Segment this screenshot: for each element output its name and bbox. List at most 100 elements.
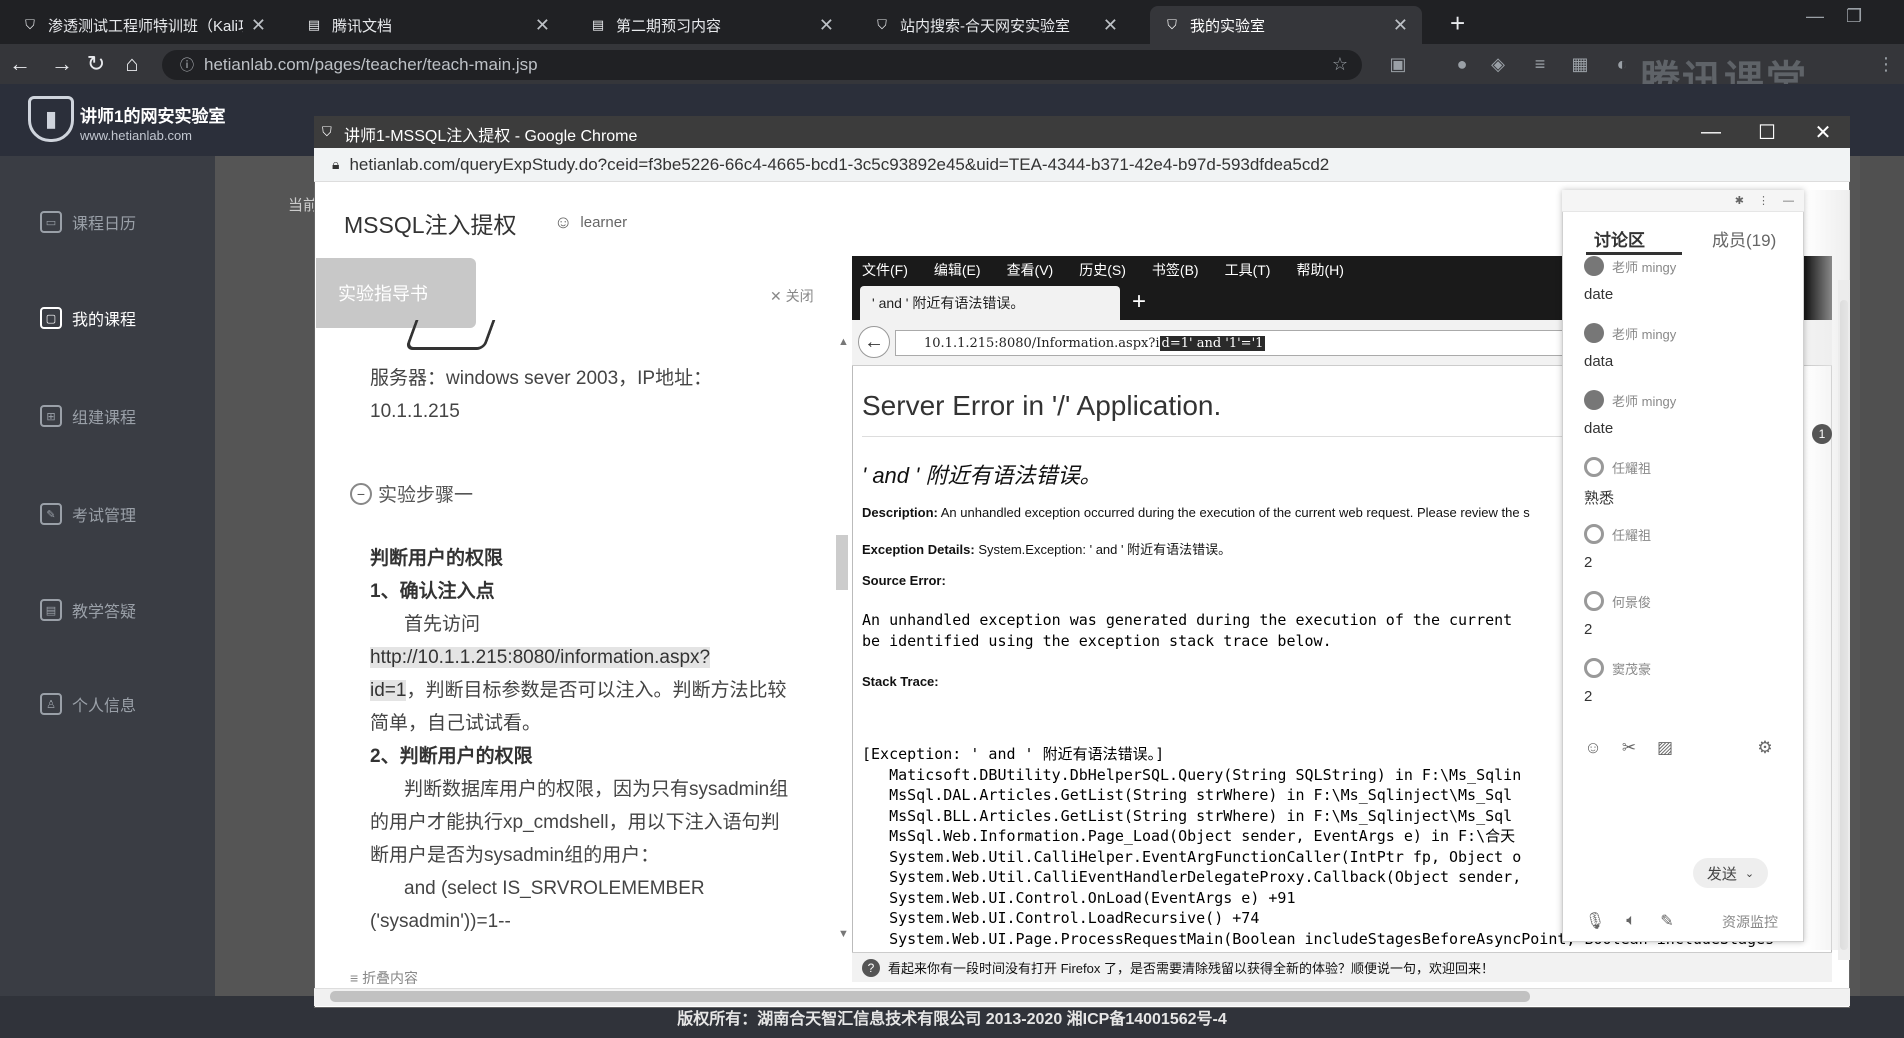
horizontal-scroll-thumb[interactable] xyxy=(330,991,1530,1002)
browser-tab[interactable]: ⛉ 站内搜索-合天网安实验室 ✕ xyxy=(860,6,1132,44)
site-logo-icon[interactable]: ▮ xyxy=(28,96,74,142)
chat-message: 2 xyxy=(1584,621,1593,638)
chat-message: 2 xyxy=(1584,554,1593,571)
chat-message: date xyxy=(1584,420,1614,437)
firefox-menu-item[interactable]: 帮助(H) xyxy=(1296,260,1343,280)
home-icon[interactable]: ⌂ xyxy=(118,50,146,78)
guide-link[interactable]: http://10.1.1.215:8080/information.aspx? xyxy=(370,647,711,668)
sidebar-item-label: 课程日历 xyxy=(72,216,137,233)
collapse-icon[interactable]: − xyxy=(350,482,372,505)
guide-close-button[interactable]: ✕ 关闭 xyxy=(770,286,814,306)
discussion-tab[interactable]: 讨论区 xyxy=(1594,226,1645,251)
guide-link-id[interactable]: id=1 xyxy=(370,680,407,701)
sender-name: 任耀祖 xyxy=(1612,527,1652,543)
firefox-back-icon[interactable]: ← xyxy=(858,326,890,358)
sidebar-item[interactable]: ⊞ 组建课程 xyxy=(40,404,136,428)
restore-icon[interactable]: ❐ xyxy=(1846,6,1862,27)
firefox-new-tab-icon[interactable]: + xyxy=(1132,288,1146,316)
sidebar-item[interactable]: ▭ 课程日历 xyxy=(40,210,136,234)
popup-close-icon[interactable]: ✕ xyxy=(1808,116,1838,148)
sidebar-item[interactable]: ▤ 教学答疑 xyxy=(40,598,136,622)
pin-icon[interactable]: ✱ xyxy=(1735,194,1744,207)
person-icon: ♙ xyxy=(40,693,62,715)
pen-icon[interactable]: ✎ xyxy=(1656,910,1678,932)
send-button[interactable]: 发送 ⌄ xyxy=(1693,858,1768,888)
members-tab[interactable]: 成员(19) xyxy=(1712,226,1776,251)
more-icon[interactable]: ⋮ xyxy=(1758,194,1769,207)
chat-sender[interactable]: 任耀祖 xyxy=(1584,457,1651,477)
fold-toggle[interactable]: ≡ 折叠内容 xyxy=(350,968,418,988)
reload-icon[interactable]: ↻ xyxy=(82,50,110,78)
firefox-menu-item[interactable]: 历史(S) xyxy=(1079,260,1126,280)
sidebar-item-label: 考试管理 xyxy=(72,508,137,525)
guide-subheading: 2、判断用户的权限 xyxy=(370,746,533,767)
sidebar-item[interactable]: ♙ 个人信息 xyxy=(40,692,136,716)
image-icon[interactable]: ▨ xyxy=(1654,737,1676,759)
sidebar-item-label: 组建课程 xyxy=(72,410,137,427)
scissors-icon[interactable]: ✂ xyxy=(1618,737,1640,759)
chat-sender[interactable]: 任耀祖 xyxy=(1584,524,1651,544)
tab-close-icon[interactable]: ✕ xyxy=(1393,15,1408,36)
bookmark-star-icon[interactable]: ☆ xyxy=(1328,52,1352,76)
back-icon[interactable]: ← xyxy=(6,50,34,78)
sidebar-item[interactable]: ✎ 考试管理 xyxy=(40,502,136,526)
firefox-tab[interactable]: ' and ' 附近有语法错误。 xyxy=(860,286,1120,320)
chat-sender[interactable]: 何景俊 xyxy=(1584,591,1651,611)
browser-tab[interactable]: ▤ 第二期预习内容 ✕ xyxy=(576,6,848,44)
chat-sender[interactable]: 窦茂豪 xyxy=(1584,658,1651,678)
popup-maximize-icon[interactable]: ☐ xyxy=(1752,116,1782,148)
chevron-down-icon: ⌄ xyxy=(1744,867,1755,880)
microphone-icon[interactable]: 🎙︎ xyxy=(1584,910,1606,932)
popup-address-bar[interactable]: 🔒︎ hetianlab.com/queryExpStudy.do?ceid=f… xyxy=(314,148,1850,182)
emoji-icon[interactable]: ☺ xyxy=(1582,737,1604,759)
scroll-down-icon[interactable]: ▼ xyxy=(838,928,849,940)
firefox-menu-item[interactable]: 工具(T) xyxy=(1225,260,1271,280)
popup-title: 讲师1-MSSQL注入提权 - Google Chrome xyxy=(344,128,638,145)
browser-tab[interactable]: ⛉ 我的实验室 ✕ xyxy=(1150,6,1422,44)
extension-icon[interactable]: ▣ xyxy=(1386,52,1410,76)
address-url: hetianlab.com/pages/teacher/teach-main.j… xyxy=(204,55,538,74)
minimize-panel-icon[interactable]: — xyxy=(1783,195,1794,207)
firefox-menu-item[interactable]: 查看(V) xyxy=(1007,260,1054,280)
tab-close-icon[interactable]: ✕ xyxy=(819,15,834,36)
resource-monitor-button[interactable]: 资源监控 xyxy=(1722,912,1778,932)
step-header[interactable]: − 实验步骤一 xyxy=(350,480,473,507)
tab-close-icon[interactable]: ✕ xyxy=(1103,15,1118,36)
minimize-icon[interactable]: — xyxy=(1806,6,1824,27)
guide-tab[interactable]: 实验指导书 xyxy=(316,258,476,328)
menu-dots-icon[interactable]: ⋮ xyxy=(1874,52,1898,76)
tab-underline xyxy=(1586,252,1682,255)
browser-tab[interactable]: ⛉ 渗透测试工程师特训班（Kali攻 ✕ xyxy=(8,6,280,44)
extension-icon[interactable]: ▦ xyxy=(1568,52,1592,76)
site-info-icon[interactable]: ⓘ xyxy=(180,55,194,75)
extension-icon[interactable]: ◐ xyxy=(1610,52,1634,76)
firefox-menu-item[interactable]: 文件(F) xyxy=(862,260,908,280)
new-tab-button[interactable]: + xyxy=(1450,8,1465,39)
chat-sender[interactable]: 老师 mingy xyxy=(1584,256,1676,276)
settings-icon[interactable]: ⚙ xyxy=(1754,737,1776,759)
guide-scrollbar[interactable] xyxy=(836,535,848,590)
address-bar[interactable]: ⓘ hetianlab.com/pages/teacher/teach-main… xyxy=(162,50,1362,80)
popup-minimize-icon[interactable]: — xyxy=(1696,116,1726,148)
extension-icon[interactable]: ● xyxy=(1450,52,1474,76)
extension-icon[interactable]: ≡ xyxy=(1528,52,1552,76)
browser-tab[interactable]: ▤ 腾讯文档 ✕ xyxy=(292,6,564,44)
firefox-menu-item[interactable]: 编辑(E) xyxy=(934,260,981,280)
fold-label: 折叠内容 xyxy=(362,970,419,986)
forward-icon[interactable]: → xyxy=(48,50,76,78)
exception-text: System.Exception: ' and ' 附近有语法错误。 xyxy=(978,542,1232,557)
speaker-icon[interactable]: 🔈︎ xyxy=(1620,910,1642,932)
sidebar-item[interactable]: ▢ 我的课程 xyxy=(40,306,136,330)
firefox-url-prefix: 10.1.1.215:8080/Information.aspx?i xyxy=(924,335,1160,351)
chat-sender[interactable]: 老师 mingy xyxy=(1584,323,1676,343)
firefox-menu-item[interactable]: 书签(B) xyxy=(1152,260,1199,280)
scroll-up-icon[interactable]: ▲ xyxy=(838,336,849,348)
tab-close-icon[interactable]: ✕ xyxy=(535,15,550,36)
build-icon: ⊞ xyxy=(40,405,62,427)
extension-icon[interactable]: ◈ xyxy=(1486,52,1510,76)
guide-text: 简单，自己试试看。 xyxy=(370,713,542,734)
tab-close-icon[interactable]: ✕ xyxy=(251,15,266,36)
server-line: 服务器：windows sever 2003，IP地址： xyxy=(370,368,713,389)
chat-sender[interactable]: 老师 mingy xyxy=(1584,390,1676,410)
firefox-tab-title: ' and ' 附近有语法错误。 xyxy=(872,295,1025,311)
